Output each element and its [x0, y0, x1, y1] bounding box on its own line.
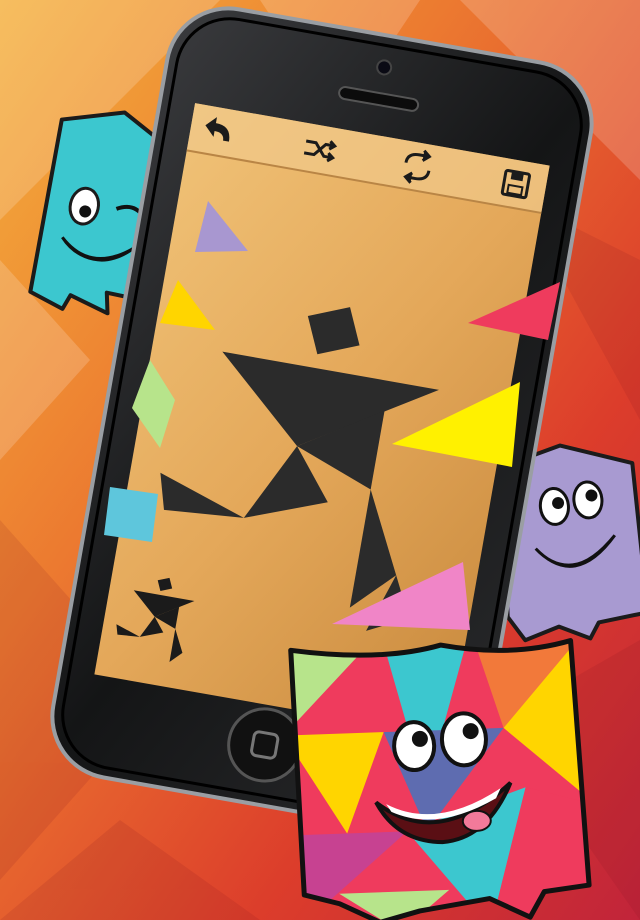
piece-blue-square[interactable]	[104, 487, 158, 542]
promo-scene	[28, 6, 640, 920]
tangram-mascot	[288, 638, 592, 920]
mascot-left-eye	[392, 720, 437, 773]
mascot-right-eye	[439, 711, 488, 768]
